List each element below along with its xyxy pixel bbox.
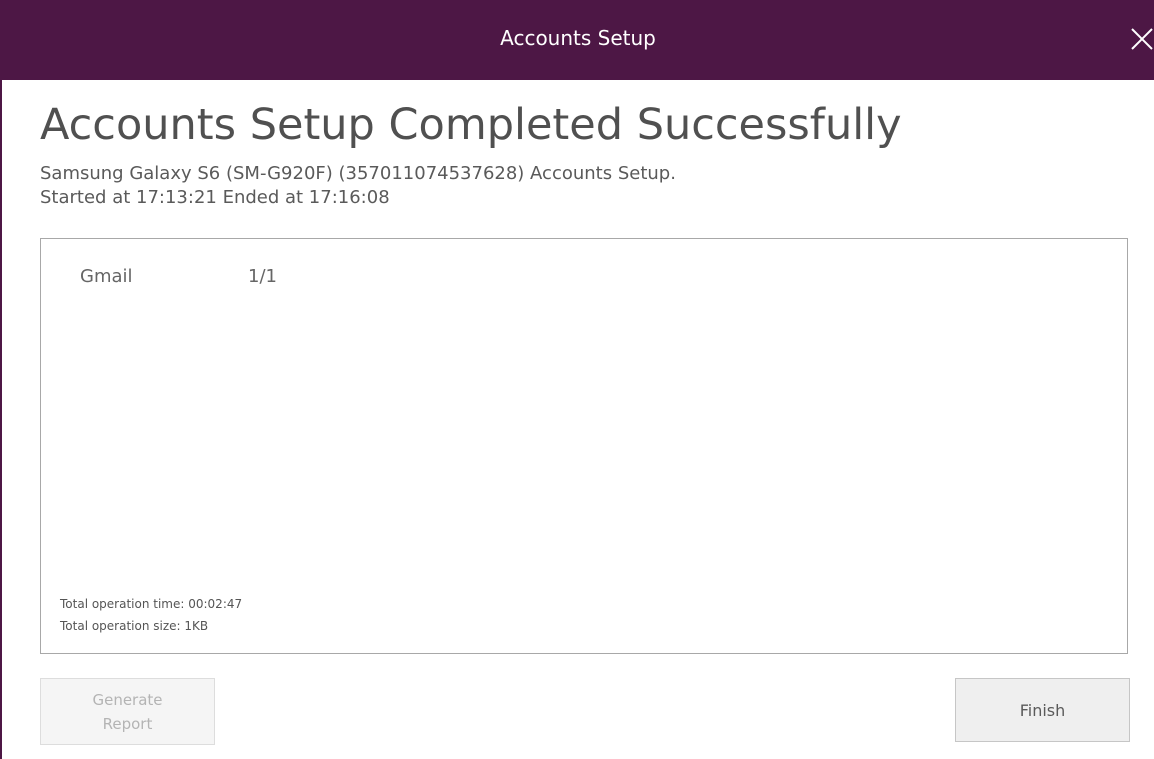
finish-label: Finish bbox=[1019, 700, 1066, 720]
window-title: Accounts Setup bbox=[500, 26, 656, 50]
close-button[interactable] bbox=[1124, 22, 1154, 56]
generate-report-label: Generate Report bbox=[92, 690, 163, 733]
total-operation-size: Total operation size: 1KB bbox=[60, 619, 209, 633]
device-summary: Samsung Galaxy S6 (SM-G920F) (3570110745… bbox=[40, 162, 676, 210]
time-range-text: Started at 17:13:21 Ended at 17:16:08 bbox=[40, 187, 390, 208]
finish-button[interactable]: Finish bbox=[955, 678, 1130, 742]
results-panel: Gmail 1/1 Total operation time: 00:02:47… bbox=[40, 238, 1128, 654]
generate-report-button[interactable]: Generate Report bbox=[40, 678, 215, 745]
close-icon bbox=[1131, 28, 1153, 50]
account-count: 1/1 bbox=[248, 266, 277, 287]
title-bar: Accounts Setup bbox=[2, 0, 1154, 80]
account-name: Gmail bbox=[80, 266, 133, 287]
total-operation-time: Total operation time: 00:02:47 bbox=[60, 597, 243, 611]
accounts-setup-window: Accounts Setup Accounts Setup Completed … bbox=[0, 0, 1154, 759]
operation-totals: Total operation time: 00:02:47 Total ope… bbox=[60, 593, 242, 637]
page-heading: Accounts Setup Completed Successfully bbox=[40, 100, 902, 150]
device-info-text: Samsung Galaxy S6 (SM-G920F) (3570110745… bbox=[40, 163, 676, 184]
